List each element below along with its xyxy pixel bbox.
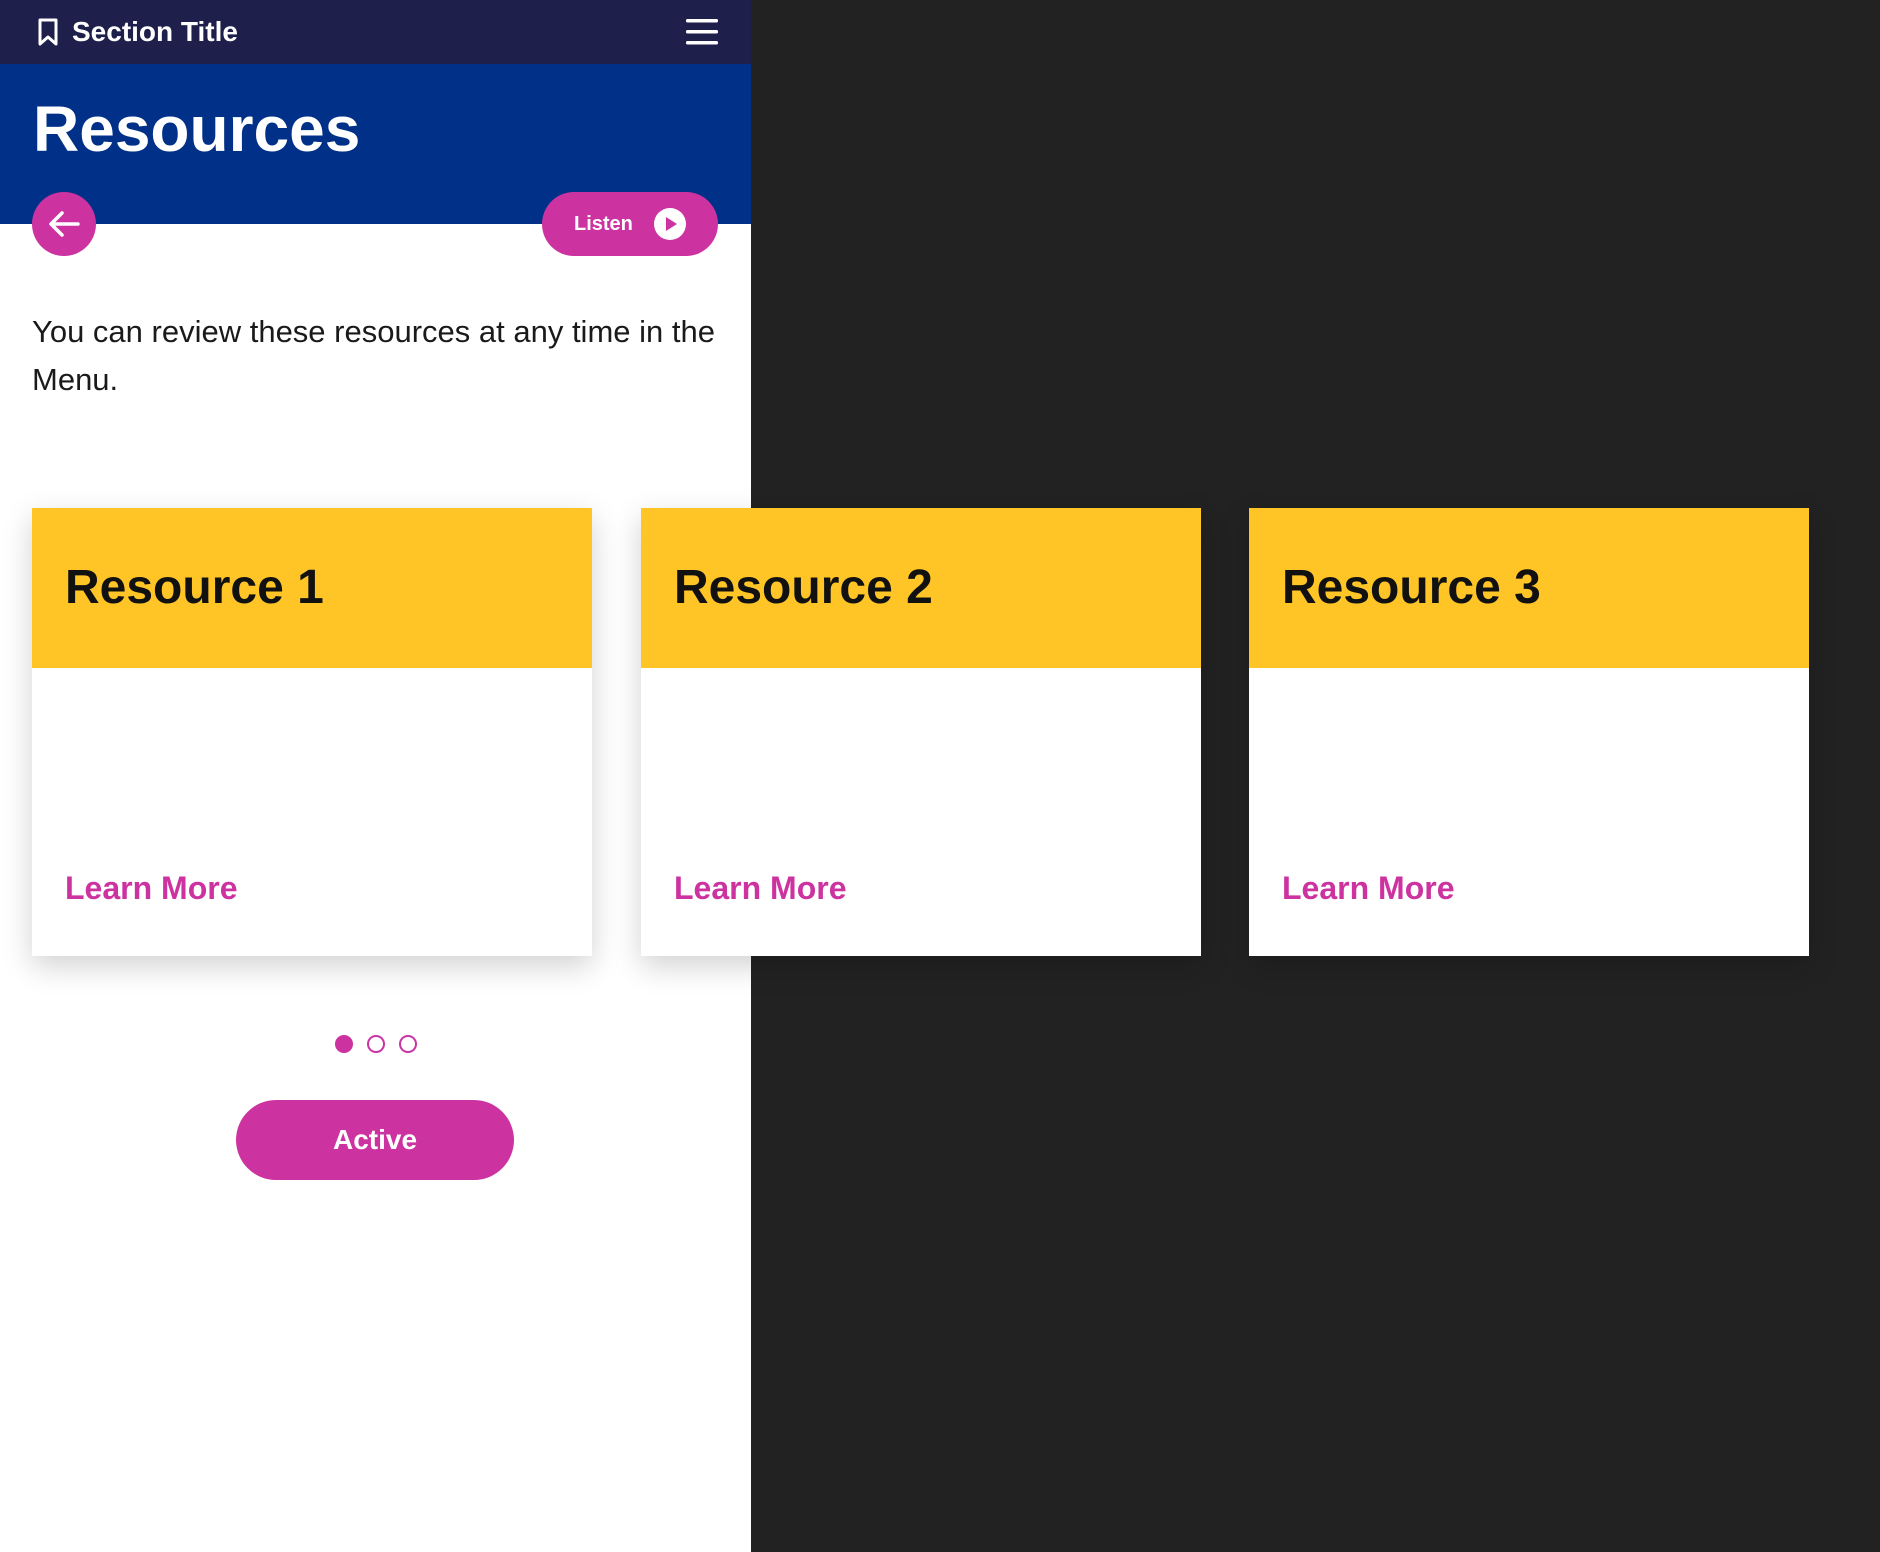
top-bar: Section Title [0,0,751,64]
learn-more-link[interactable]: Learn More [1282,868,1454,908]
pagination-dot-2[interactable] [367,1035,385,1053]
bookmark-icon [38,18,58,46]
active-button[interactable]: Active [236,1100,514,1180]
pagination-dot-1[interactable] [335,1035,353,1053]
listen-label: Listen [574,213,633,235]
listen-button[interactable]: Listen [542,192,718,256]
resource-card-2: Resource 2 Learn More [641,508,1201,956]
page-title: Resources [33,93,361,165]
arrow-left-icon [49,211,80,237]
card-title: Resource 2 [674,561,933,614]
learn-more-link[interactable]: Learn More [65,868,237,908]
section-title: Section Title [72,16,238,47]
card-title: Resource 3 [1282,561,1541,614]
card-header: Resource 2 [641,508,1201,668]
play-icon [654,208,686,240]
card-header: Resource 3 [1249,508,1809,668]
resource-card-3: Resource 3 Learn More [1249,508,1809,956]
resource-card-1: Resource 1 Learn More [32,508,592,956]
learn-more-link[interactable]: Learn More [674,868,846,908]
card-header: Resource 1 [32,508,592,668]
card-title: Resource 1 [65,561,324,614]
back-button[interactable] [32,192,96,256]
intro-text: You can review these resources at any ti… [32,314,715,397]
pagination-dot-3[interactable] [399,1035,417,1053]
hamburger-menu-icon[interactable] [684,16,720,48]
